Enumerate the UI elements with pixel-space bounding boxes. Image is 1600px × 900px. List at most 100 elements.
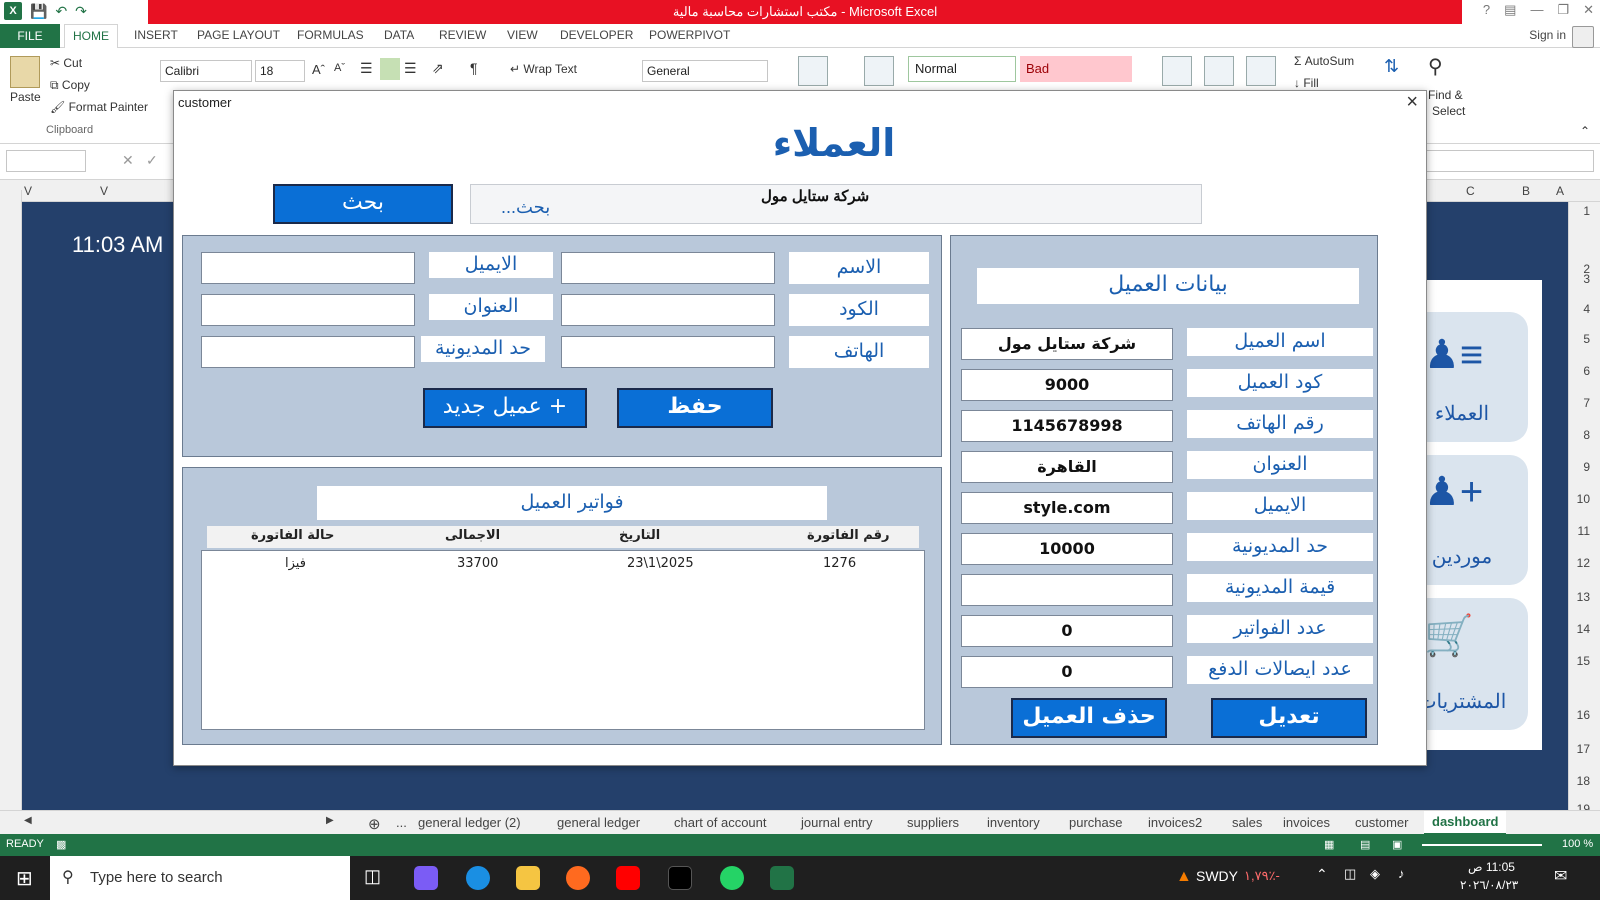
delete-customer-button[interactable]: حذف العميل: [1011, 698, 1167, 738]
clock-date[interactable]: ٢٠٢٦/٠٨/٢٣: [1460, 878, 1518, 892]
tab-insert[interactable]: INSERT: [134, 28, 178, 42]
dialog-close-icon[interactable]: ×: [1406, 91, 1418, 114]
tab-formulas[interactable]: FORMULAS: [297, 28, 364, 42]
tab-view[interactable]: VIEW: [507, 28, 538, 42]
conditional-formatting-icon[interactable]: [798, 56, 828, 86]
user-avatar-icon[interactable]: [1572, 26, 1594, 48]
zoom-level[interactable]: 100 %: [1562, 838, 1593, 850]
column-header[interactable]: V: [100, 184, 108, 198]
excel-taskbar-icon[interactable]: [770, 866, 794, 890]
column-header[interactable]: الاجمالى: [445, 528, 500, 543]
tab-developer[interactable]: DEVELOPER: [560, 28, 633, 42]
font-name-select[interactable]: Calibri: [160, 60, 252, 82]
sheet-tab[interactable]: journal entry: [801, 815, 873, 830]
row-header[interactable]: 9: [1583, 460, 1590, 474]
paste-button[interactable]: Paste: [10, 90, 41, 104]
number-format-select[interactable]: General: [642, 60, 768, 82]
sheet-tab[interactable]: chart of account: [674, 815, 767, 830]
row-header[interactable]: 13: [1577, 590, 1590, 604]
row-header[interactable]: 3: [1583, 272, 1590, 286]
tab-powerpivot[interactable]: POWERPIVOT: [649, 28, 730, 42]
column-header[interactable]: B: [1522, 184, 1530, 198]
wrap-text-button[interactable]: ↵ Wrap Text: [510, 62, 577, 76]
zoom-slider[interactable]: [1422, 844, 1542, 846]
align-top-icon[interactable]: ☰: [360, 60, 373, 77]
delete-cells-icon[interactable]: [1204, 56, 1234, 86]
row-header[interactable]: 17: [1577, 742, 1590, 756]
align-bottom-icon[interactable]: ☰: [404, 60, 417, 77]
style-normal[interactable]: Normal: [908, 56, 1016, 82]
copy-button[interactable]: ⧉ Copy: [50, 78, 90, 93]
sort-filter-icon[interactable]: ⇅: [1384, 56, 1399, 77]
copilot-icon[interactable]: [414, 866, 438, 890]
format-cells-icon[interactable]: [1246, 56, 1276, 86]
normal-view-icon[interactable]: ▦: [1324, 838, 1334, 851]
sheet-tab[interactable]: ...: [396, 815, 407, 830]
detail-value[interactable]: القاهرة: [961, 451, 1173, 483]
ribbon-display-icon[interactable]: ▤: [1504, 2, 1516, 18]
insert-cells-icon[interactable]: [1162, 56, 1192, 86]
battery-icon[interactable]: ◫: [1344, 866, 1356, 882]
detail-value[interactable]: 0: [961, 656, 1173, 688]
phone-input[interactable]: [561, 336, 775, 368]
windows-start-icon[interactable]: ⊞: [16, 866, 33, 891]
format-painter-button[interactable]: 🖌 Format Painter: [50, 100, 148, 114]
vertical-scrollbar[interactable]: [0, 190, 22, 810]
tab-scroll-left-icon[interactable]: ◀: [24, 815, 32, 826]
detail-value[interactable]: 0: [961, 615, 1173, 647]
text-direction-icon[interactable]: ¶: [470, 60, 478, 76]
page-break-view-icon[interactable]: ▣: [1392, 838, 1402, 851]
tiktok-icon[interactable]: [668, 866, 692, 890]
minimize-icon[interactable]: —: [1530, 2, 1543, 18]
style-bad[interactable]: Bad: [1020, 56, 1132, 82]
search-button[interactable]: بحث: [273, 184, 453, 224]
detail-value[interactable]: 1145678998: [961, 410, 1173, 442]
column-header[interactable]: رقم الفاتورة: [807, 528, 889, 543]
macro-record-icon[interactable]: ▩: [56, 838, 66, 851]
edit-button[interactable]: تعديل: [1211, 698, 1367, 738]
volume-icon[interactable]: ♪: [1398, 866, 1405, 881]
row-header[interactable]: 4: [1583, 302, 1590, 316]
tab-review[interactable]: REVIEW: [439, 28, 486, 42]
column-header[interactable]: حالة الفاتورة: [251, 528, 334, 543]
row-header[interactable]: 15: [1577, 654, 1590, 668]
column-header[interactable]: A: [1556, 184, 1564, 198]
column-header[interactable]: C: [1466, 184, 1475, 198]
tab-home[interactable]: HOME: [64, 24, 118, 49]
paste-icon[interactable]: [10, 56, 40, 88]
row-header[interactable]: 5: [1583, 332, 1590, 346]
row-header[interactable]: 14: [1577, 622, 1590, 636]
sign-in-link[interactable]: Sign in: [1529, 28, 1566, 42]
binoculars-icon[interactable]: ⚲: [1428, 54, 1443, 79]
sheet-tab[interactable]: general ledger: [557, 815, 640, 830]
cut-button[interactable]: ✂ Cut: [50, 56, 82, 70]
detail-value[interactable]: [961, 574, 1173, 606]
clock-time[interactable]: 11:05 ص: [1468, 860, 1515, 874]
new-customer-button[interactable]: + عميل جديد: [423, 388, 587, 428]
detail-value[interactable]: 10000: [961, 533, 1173, 565]
row-header[interactable]: 11: [1578, 524, 1590, 538]
sheet-tab[interactable]: general ledger (2): [418, 815, 521, 830]
row-header[interactable]: 8: [1583, 428, 1590, 442]
debt-limit-input[interactable]: [201, 336, 415, 368]
row-header[interactable]: 10: [1577, 492, 1590, 506]
column-header[interactable]: التاريخ: [619, 528, 660, 543]
confirm-entry-icon[interactable]: ✓: [146, 152, 158, 169]
notification-icon[interactable]: ✉: [1554, 866, 1567, 886]
decrease-font-icon[interactable]: Aˇ: [334, 62, 345, 74]
close-icon[interactable]: ✕: [1583, 2, 1594, 18]
whatsapp-icon[interactable]: [720, 866, 744, 890]
align-middle-icon[interactable]: [380, 58, 400, 80]
redo-icon[interactable]: ↷: [75, 3, 87, 20]
sheet-tab[interactable]: invoices2: [1148, 815, 1202, 830]
row-header[interactable]: 16: [1577, 708, 1590, 722]
find-select-label-1[interactable]: Find &: [1428, 88, 1463, 102]
tab-file[interactable]: FILE: [0, 24, 60, 48]
code-input[interactable]: [561, 294, 775, 326]
sheet-tab[interactable]: customer: [1355, 815, 1408, 830]
sheet-tab[interactable]: sales: [1232, 815, 1262, 830]
format-as-table-icon[interactable]: [864, 56, 894, 86]
save-icon[interactable]: 💾: [30, 3, 47, 20]
cancel-entry-icon[interactable]: ✕: [122, 152, 134, 169]
name-box[interactable]: [6, 150, 86, 172]
